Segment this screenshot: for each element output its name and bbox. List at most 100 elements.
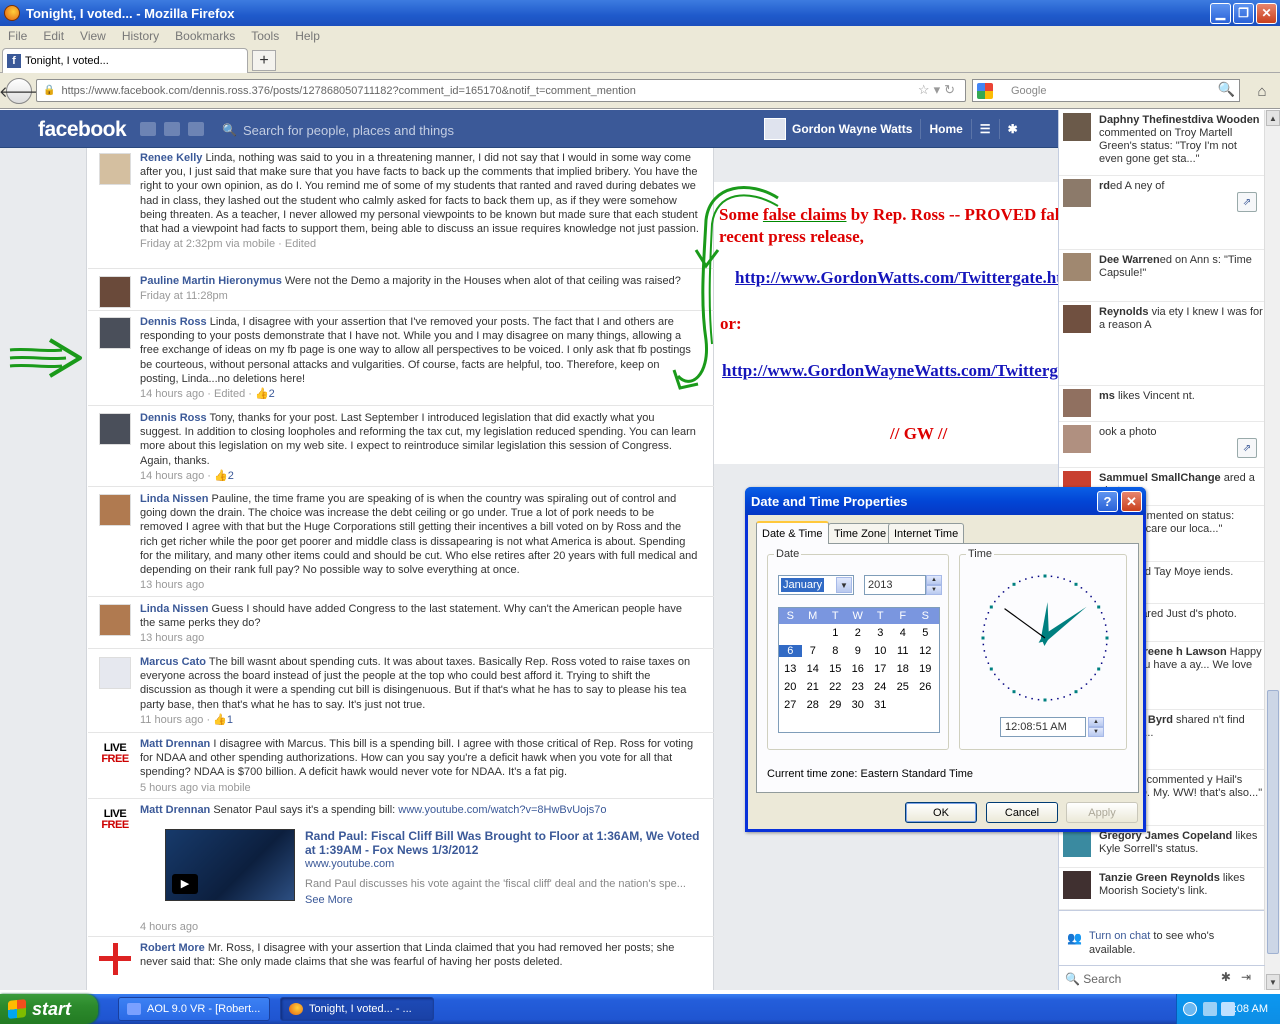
ticker-actor[interactable]: Daphny Thefinestdiva Wooden: [1099, 114, 1260, 126]
calendar-day[interactable]: 10: [869, 645, 892, 657]
calendar-day[interactable]: 26: [914, 681, 937, 693]
tab-time-zone[interactable]: Time Zone: [828, 523, 893, 543]
year-input[interactable]: 2013: [864, 575, 926, 595]
comment-author[interactable]: Marcus Cato: [140, 656, 206, 668]
turn-on-chat-link[interactable]: Turn on chat: [1089, 930, 1150, 942]
calendar-day[interactable]: 1: [824, 627, 847, 639]
menu-bookmarks[interactable]: Bookmarks: [167, 29, 243, 43]
taskbar-item-aol[interactable]: AOL 9.0 VR - [Robert...: [118, 997, 270, 1021]
volume-icon[interactable]: [1203, 1002, 1217, 1016]
red-cross-avatar[interactable]: [99, 943, 131, 975]
menu-edit[interactable]: Edit: [35, 29, 72, 43]
comment-author[interactable]: Linda Nissen: [140, 603, 208, 615]
ticker-item[interactable]: rded A ney of ⇗: [1059, 176, 1265, 250]
avatar[interactable]: [1063, 425, 1091, 453]
calendar-day[interactable]: 21: [802, 681, 825, 693]
scroll-up-icon[interactable]: ▲: [1266, 110, 1280, 126]
url-bar[interactable]: 🔒 https://www.facebook.com/dennis.ross.3…: [36, 79, 966, 102]
browser-tab[interactable]: f Tonight, I voted...: [2, 48, 248, 73]
ticker-actor[interactable]: ms: [1099, 390, 1115, 402]
ticker-item[interactable]: Reynolds via ety I knew I was for a reas…: [1059, 302, 1265, 386]
ticker-actor[interactable]: rd: [1099, 180, 1110, 192]
comment-author[interactable]: Pauline Martin Hieronymus: [140, 275, 282, 287]
scroll-down-icon[interactable]: ▼: [1266, 974, 1280, 990]
calendar-day[interactable]: 14: [802, 663, 825, 675]
ticker-item[interactable]: ook a photo ⇗: [1059, 422, 1265, 468]
maximize-button[interactable]: ❐: [1233, 2, 1254, 24]
calendar-day[interactable]: 8: [824, 645, 847, 657]
page-scrollbar[interactable]: ▲ ▼: [1264, 110, 1280, 990]
notifications-icon[interactable]: [188, 122, 204, 136]
help-button[interactable]: ?: [1097, 491, 1118, 512]
dialog-close-button[interactable]: ✕: [1121, 491, 1142, 512]
like-count[interactable]: 👍2: [214, 470, 234, 482]
open-story-icon[interactable]: ⇗: [1237, 192, 1257, 212]
ticker-item[interactable]: Daphny Thefinestdiva Wooden commented on…: [1059, 110, 1265, 176]
apply-button[interactable]: Apply: [1066, 802, 1138, 823]
year-spinner[interactable]: ▲ ▼: [926, 575, 942, 595]
calendar-day[interactable]: 31: [869, 699, 892, 711]
video-thumbnail[interactable]: ▶: [165, 829, 295, 901]
avatar[interactable]: [99, 413, 131, 445]
ticker-actor[interactable]: Tanzie Green Reynolds: [1099, 872, 1220, 884]
avatar[interactable]: [99, 604, 131, 636]
scrollbar-thumb[interactable]: [1267, 690, 1279, 954]
messages-icon[interactable]: [164, 122, 180, 136]
calendar-day[interactable]: 18: [892, 663, 915, 675]
tab-internet-time[interactable]: Internet Time: [888, 523, 965, 543]
ticker-item[interactable]: Tanzie Green Reynolds likes Moorish Soci…: [1059, 868, 1265, 910]
avatar[interactable]: [1063, 305, 1091, 333]
chat-options-icon[interactable]: ✱⇥: [1221, 970, 1261, 984]
calendar-day[interactable]: 17: [869, 663, 892, 675]
avatar[interactable]: [1063, 113, 1091, 141]
calendar-day[interactable]: 11: [892, 645, 915, 657]
calendar-day[interactable]: 19: [914, 663, 937, 675]
calendar-day[interactable]: 2: [847, 627, 870, 639]
avatar[interactable]: [99, 657, 131, 689]
search-engine-box[interactable]: Google 🔍: [972, 79, 1240, 102]
chevron-down-icon[interactable]: ▼: [836, 577, 852, 593]
comment-author[interactable]: Matt Drennan: [140, 738, 210, 750]
new-tab-button[interactable]: +: [252, 50, 276, 71]
link-title[interactable]: Rand Paul: Fiscal Cliff Bill Was Brought…: [305, 829, 705, 857]
google-icon[interactable]: [977, 82, 993, 99]
menu-file[interactable]: File: [0, 29, 35, 43]
ticker-actor[interactable]: Reynolds: [1099, 306, 1149, 318]
like-count[interactable]: 👍2: [255, 388, 275, 400]
ticker-actor[interactable]: Sammuel SmallChange: [1099, 472, 1221, 484]
search-icon[interactable]: 🔍: [1218, 81, 1235, 98]
like-count[interactable]: 👍1: [213, 714, 233, 726]
calendar-day[interactable]: 4: [892, 627, 915, 639]
calendar-day[interactable]: 27: [779, 699, 802, 711]
user-name-link[interactable]: Gordon Wayne Watts: [792, 122, 912, 136]
calendar-day[interactable]: 7: [802, 645, 825, 657]
comment-author[interactable]: Robert More: [140, 942, 205, 954]
menu-tools[interactable]: Tools: [243, 29, 287, 43]
calendar-day[interactable]: 5: [914, 627, 937, 639]
calendar-day[interactable]: 23: [847, 681, 870, 693]
facebook-logo[interactable]: facebook: [38, 118, 127, 142]
live-free-avatar[interactable]: LIVE FREE: [99, 805, 131, 837]
privacy-icon[interactable]: ☰: [980, 122, 991, 136]
avatar[interactable]: [1063, 179, 1091, 207]
fb-search-input[interactable]: 🔍 Search for people, places and things: [222, 119, 742, 141]
start-button[interactable]: start: [0, 994, 98, 1024]
tab-date-time[interactable]: Date & Time: [756, 521, 829, 544]
avatar[interactable]: [1063, 871, 1091, 899]
cancel-button[interactable]: Cancel: [986, 802, 1058, 823]
calendar-day[interactable]: 24: [869, 681, 892, 693]
time-input[interactable]: 12:08:51 AM: [1000, 717, 1086, 737]
month-select[interactable]: January ▼: [778, 575, 854, 595]
open-story-icon[interactable]: ⇗: [1237, 438, 1257, 458]
youtube-link[interactable]: www.youtube.com/watch?v=8HwBvUojs7o: [398, 804, 606, 816]
comment-author[interactable]: Renee Kelly: [140, 152, 202, 164]
ticker-item[interactable]: Dee Warrened on Ann s: "Time Capsule!": [1059, 250, 1265, 302]
calendar-day[interactable]: 29: [824, 699, 847, 711]
calendar-day[interactable]: 28: [802, 699, 825, 711]
link-domain[interactable]: www.youtube.com: [305, 857, 705, 871]
settings-gear-icon[interactable]: ✱: [1008, 122, 1018, 136]
avatar[interactable]: [1063, 389, 1091, 417]
calendar-day[interactable]: 22: [824, 681, 847, 693]
comment-author[interactable]: Dennis Ross: [140, 316, 207, 328]
calendar-day[interactable]: 12: [914, 645, 937, 657]
